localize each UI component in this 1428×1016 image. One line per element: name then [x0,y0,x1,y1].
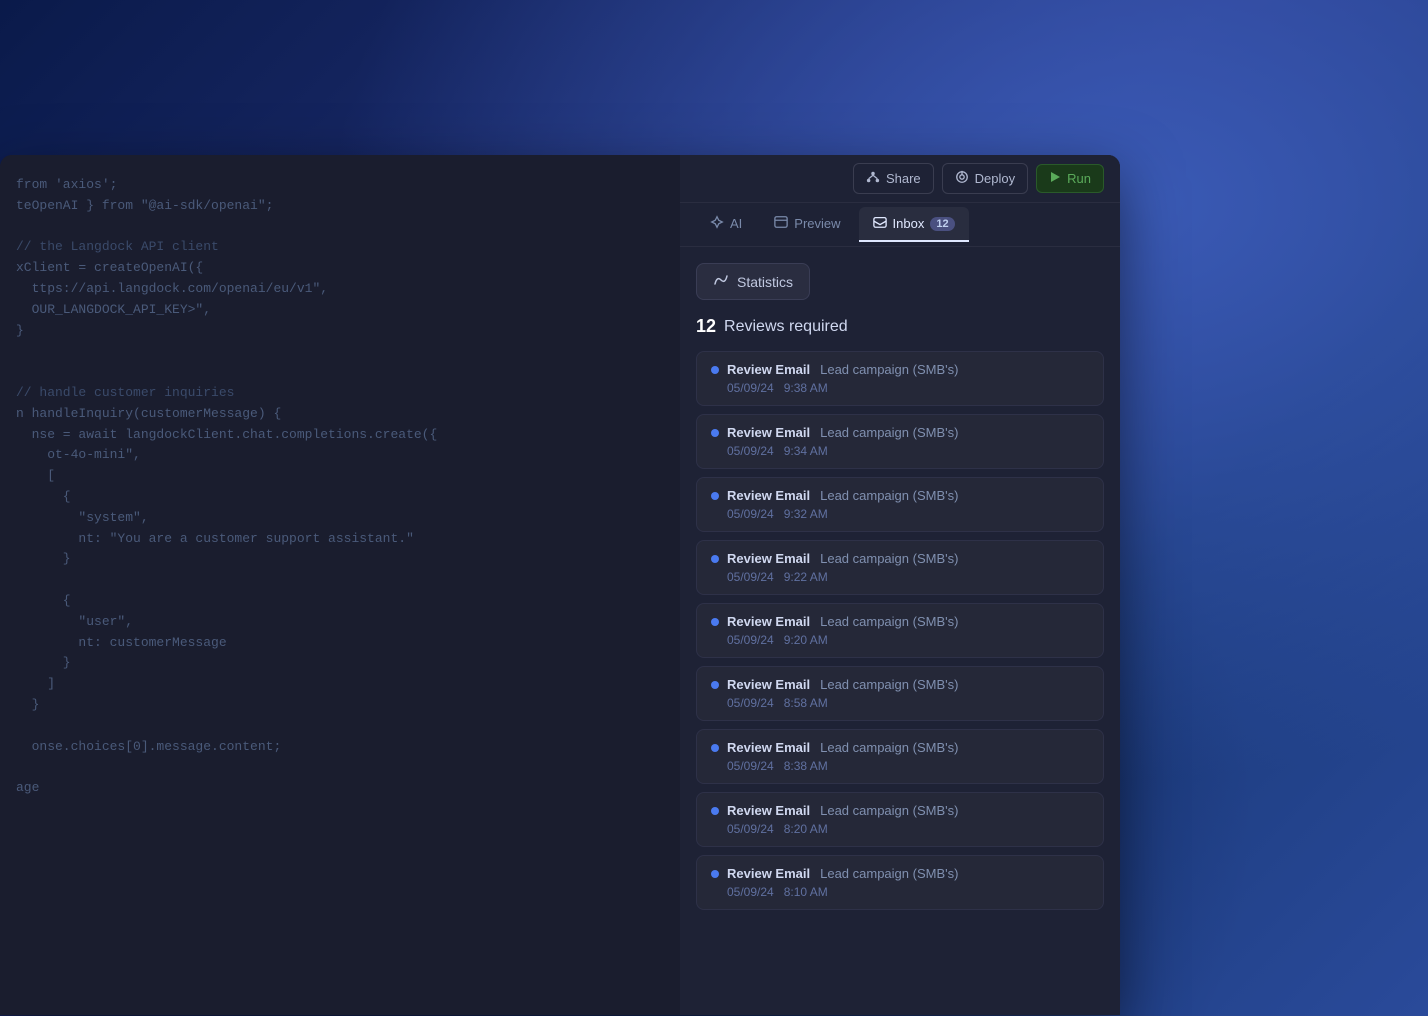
tab-inbox-label: Inbox [893,216,925,231]
tab-preview[interactable]: Preview [760,207,854,242]
review-title: Review Email [727,677,810,692]
review-status-dot [711,807,719,815]
tab-ai-label: AI [730,216,742,231]
preview-icon [774,215,788,232]
review-meta: 05/09/24 9:22 AM [711,570,1089,584]
review-subtitle: Lead campaign (SMB's) [820,803,958,818]
review-item[interactable]: Review Email Lead campaign (SMB's) 05/09… [696,792,1104,847]
app-window: from 'axios'; teOpenAI } from "@ai-sdk/o… [0,155,1120,1015]
reviews-header: 12 Reviews required [696,316,1104,337]
review-meta: 05/09/24 9:20 AM [711,633,1089,647]
reviews-label: Reviews required [724,318,848,336]
share-label: Share [886,171,921,186]
review-meta: 05/09/24 9:38 AM [711,381,1089,395]
review-subtitle: Lead campaign (SMB's) [820,740,958,755]
review-item[interactable]: Review Email Lead campaign (SMB's) 05/09… [696,351,1104,406]
review-item[interactable]: Review Email Lead campaign (SMB's) 05/09… [696,414,1104,469]
review-title: Review Email [727,362,810,377]
inbox-icon [873,215,887,232]
run-icon [1049,171,1061,186]
tab-preview-label: Preview [794,216,840,231]
share-icon [866,170,880,187]
ai-icon [710,215,724,232]
review-title: Review Email [727,803,810,818]
review-meta: 05/09/24 8:58 AM [711,696,1089,710]
share-button[interactable]: Share [853,163,934,194]
review-title: Review Email [727,614,810,629]
review-item[interactable]: Review Email Lead campaign (SMB's) 05/09… [696,540,1104,595]
right-panel: Share Deploy Run [680,155,1120,1015]
review-meta: 05/09/24 8:38 AM [711,759,1089,773]
review-subtitle: Lead campaign (SMB's) [820,362,958,377]
reviews-count: 12 [696,316,716,337]
deploy-button[interactable]: Deploy [942,163,1028,194]
review-title: Review Email [727,425,810,440]
review-status-dot [711,429,719,437]
review-subtitle: Lead campaign (SMB's) [820,551,958,566]
tabs-bar: AI Preview Inbox [680,203,1120,247]
review-title: Review Email [727,866,810,881]
code-content: from 'axios'; teOpenAI } from "@ai-sdk/o… [16,175,664,799]
review-status-dot [711,366,719,374]
deploy-icon [955,170,969,187]
review-meta: 05/09/24 8:10 AM [711,885,1089,899]
run-button[interactable]: Run [1036,164,1104,193]
tab-ai[interactable]: AI [696,207,756,242]
run-label: Run [1067,171,1091,186]
review-subtitle: Lead campaign (SMB's) [820,614,958,629]
review-meta: 05/09/24 8:20 AM [711,822,1089,836]
review-title: Review Email [727,488,810,503]
panel-content: Statistics 12 Reviews required Review Em… [680,247,1120,1015]
review-meta: 05/09/24 9:32 AM [711,507,1089,521]
review-item[interactable]: Review Email Lead campaign (SMB's) 05/09… [696,603,1104,658]
toolbar: Share Deploy Run [680,155,1120,203]
statistics-label: Statistics [737,274,793,290]
review-status-dot [711,681,719,689]
review-title: Review Email [727,740,810,755]
review-item[interactable]: Review Email Lead campaign (SMB's) 05/09… [696,729,1104,784]
review-status-dot [711,492,719,500]
reviews-list: Review Email Lead campaign (SMB's) 05/09… [696,351,1104,910]
review-status-dot [711,618,719,626]
review-meta: 05/09/24 9:34 AM [711,444,1089,458]
review-subtitle: Lead campaign (SMB's) [820,677,958,692]
review-status-dot [711,870,719,878]
statistics-icon [713,272,729,291]
statistics-button[interactable]: Statistics [696,263,810,300]
review-subtitle: Lead campaign (SMB's) [820,488,958,503]
review-status-dot [711,744,719,752]
review-subtitle: Lead campaign (SMB's) [820,866,958,881]
deploy-label: Deploy [975,171,1015,186]
tab-inbox[interactable]: Inbox 12 [859,207,969,242]
review-item[interactable]: Review Email Lead campaign (SMB's) 05/09… [696,666,1104,721]
inbox-badge: 12 [930,217,954,231]
review-item[interactable]: Review Email Lead campaign (SMB's) 05/09… [696,477,1104,532]
code-editor: from 'axios'; teOpenAI } from "@ai-sdk/o… [0,155,680,1015]
review-item[interactable]: Review Email Lead campaign (SMB's) 05/09… [696,855,1104,910]
review-title: Review Email [727,551,810,566]
review-subtitle: Lead campaign (SMB's) [820,425,958,440]
review-status-dot [711,555,719,563]
